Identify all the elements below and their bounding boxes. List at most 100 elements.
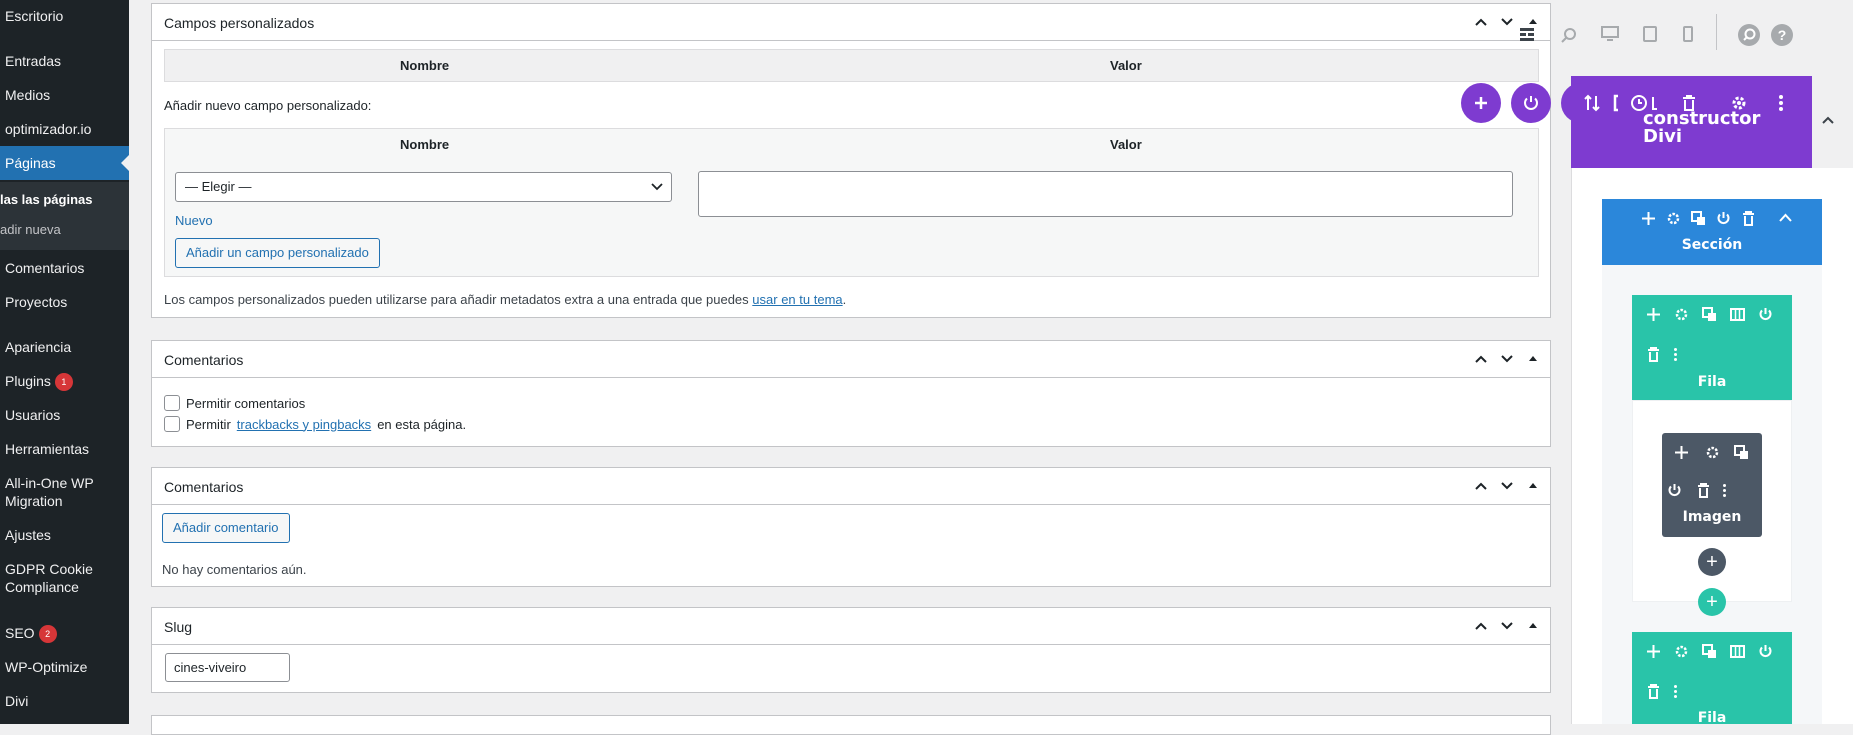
sidebar-item-optimizador[interactable]: optimizador.io xyxy=(0,120,129,138)
sidebar-item-all-in-one-migration[interactable]: All-in-One WP Migration xyxy=(0,474,110,510)
toggle-panel-icon[interactable] xyxy=(1524,477,1542,495)
zoom-icon[interactable] xyxy=(1561,27,1577,43)
tablet-view-icon[interactable] xyxy=(1643,26,1657,42)
move-icon[interactable] xyxy=(1644,642,1662,660)
gear-icon[interactable] xyxy=(1664,209,1682,227)
divi-row[interactable]: Fila xyxy=(1632,632,1792,726)
move-up-icon[interactable] xyxy=(1472,477,1490,495)
sidebar-item-herramientas[interactable]: Herramientas xyxy=(0,440,129,458)
sidebar-item-label: Escritorio xyxy=(5,8,64,24)
slug-input[interactable]: cines-viveiro xyxy=(165,653,290,682)
custom-field-value-textarea[interactable] xyxy=(698,171,1513,217)
use-in-theme-link[interactable]: usar en tu tema xyxy=(752,292,842,307)
column-header-name: Nombre xyxy=(400,137,450,152)
postbox-header: Slug xyxy=(152,608,1550,645)
sidebar-item-label: Usuarios xyxy=(5,407,61,423)
power-icon[interactable] xyxy=(1756,642,1774,660)
help-icon[interactable]: ? xyxy=(1771,24,1793,46)
custom-fields-description: Los campos personalizados pueden utiliza… xyxy=(164,292,846,307)
move-down-icon[interactable] xyxy=(1498,477,1516,495)
sidebar-item-divi[interactable]: Divi xyxy=(0,692,129,710)
move-icon[interactable] xyxy=(1639,209,1657,227)
divi-section[interactable]: Sección xyxy=(1602,199,1822,265)
gear-icon[interactable] xyxy=(1672,305,1690,323)
sidebar-item-escritorio[interactable]: Escritorio xyxy=(0,7,129,25)
wireframe-view-icon[interactable] xyxy=(1519,27,1535,43)
power-icon[interactable] xyxy=(1756,305,1774,323)
add-row-button[interactable]: + xyxy=(1698,588,1726,616)
trash-icon[interactable] xyxy=(1644,345,1662,363)
more-options-icon[interactable] xyxy=(1666,682,1684,700)
sidebar-item-paginas[interactable]: Páginas xyxy=(0,146,129,180)
move-down-icon[interactable] xyxy=(1498,350,1516,368)
duplicate-icon[interactable] xyxy=(1700,642,1718,660)
trackbacks-link[interactable]: trackbacks y pingbacks xyxy=(237,417,371,432)
trash-icon[interactable] xyxy=(1644,682,1662,700)
trash-icon[interactable] xyxy=(1679,93,1699,113)
search-icon[interactable] xyxy=(1738,24,1760,46)
more-options-icon[interactable] xyxy=(1666,345,1684,363)
add-custom-field-label: Añadir nuevo campo personalizado: xyxy=(164,98,372,113)
toggle-panel-icon[interactable] xyxy=(1524,350,1542,368)
sidebar-item-proyectos[interactable]: Proyectos xyxy=(0,293,129,311)
sidebar-item-comentarios[interactable]: Comentarios xyxy=(0,259,129,277)
columns-icon[interactable] xyxy=(1728,305,1746,323)
sidebar-item-entradas[interactable]: Entradas xyxy=(0,52,129,70)
power-icon[interactable] xyxy=(1511,83,1551,123)
history-icon[interactable] xyxy=(1629,93,1649,113)
add-module-button[interactable]: + xyxy=(1698,548,1726,576)
move-up-icon[interactable] xyxy=(1472,350,1490,368)
postbox-header: Comentarios xyxy=(152,341,1550,378)
gear-icon[interactable] xyxy=(1729,93,1749,113)
sidebar-item-apariencia[interactable]: Apariencia xyxy=(0,338,129,356)
duplicate-icon[interactable] xyxy=(1700,305,1718,323)
sidebar-item-label: GDPR Cookie Compliance xyxy=(5,561,93,595)
sidebar-item-wp-optimize[interactable]: WP-Optimize xyxy=(0,658,129,676)
more-options-icon[interactable] xyxy=(1771,93,1791,113)
chevron-up-icon[interactable] xyxy=(1776,209,1794,227)
sidebar-item-seo[interactable]: SEO 2 xyxy=(0,624,129,643)
gear-icon[interactable] xyxy=(1703,443,1721,461)
custom-field-key-select[interactable]: — Elegir — xyxy=(175,172,672,202)
sort-icon[interactable] xyxy=(1582,93,1602,113)
divi-module-image[interactable]: Imagen xyxy=(1662,433,1762,537)
add-button[interactable] xyxy=(1461,83,1501,123)
phone-view-icon[interactable] xyxy=(1683,26,1693,42)
sidebar-item-usuarios[interactable]: Usuarios xyxy=(0,406,129,424)
sidebar-item-medios[interactable]: Medios xyxy=(0,86,129,104)
move-up-icon[interactable] xyxy=(1472,13,1490,31)
move-icon[interactable] xyxy=(1644,305,1662,323)
trash-icon[interactable] xyxy=(1694,481,1712,499)
desktop-view-icon[interactable] xyxy=(1601,26,1619,42)
allow-trackbacks-label: Permitir xyxy=(186,416,231,432)
columns-icon[interactable] xyxy=(1728,642,1746,660)
allow-trackbacks-checkbox[interactable] xyxy=(164,416,180,432)
allow-comments-checkbox[interactable] xyxy=(164,395,180,411)
more-options-icon[interactable] xyxy=(1715,481,1733,499)
postbox-controls xyxy=(1472,350,1542,368)
select-value: — Elegir — xyxy=(185,179,252,194)
sidebar-item-ajustes[interactable]: Ajustes xyxy=(0,526,129,544)
layers-icon[interactable] xyxy=(1611,93,1631,113)
layers-bracket-icon[interactable] xyxy=(1651,93,1659,113)
power-icon[interactable] xyxy=(1665,481,1683,499)
add-comment-button[interactable]: Añadir comentario xyxy=(162,513,290,543)
submenu-item-all-pages[interactable]: las las páginas xyxy=(0,192,129,207)
trash-icon[interactable] xyxy=(1739,209,1757,227)
duplicate-icon[interactable] xyxy=(1732,443,1750,461)
duplicate-icon[interactable] xyxy=(1689,209,1707,227)
new-field-link[interactable]: Nuevo xyxy=(175,213,213,228)
move-down-icon[interactable] xyxy=(1498,617,1516,635)
submenu-item-add-new[interactable]: adir nueva xyxy=(0,222,129,237)
divi-row[interactable]: Fila xyxy=(1632,295,1792,401)
toggle-panel-icon[interactable] xyxy=(1524,617,1542,635)
sidebar-item-plugins[interactable]: Plugins 1 xyxy=(0,372,129,391)
move-down-icon[interactable] xyxy=(1498,13,1516,31)
add-custom-field-button[interactable]: Añadir un campo personalizado xyxy=(175,238,380,268)
collapse-icon[interactable] xyxy=(1821,113,1835,127)
move-up-icon[interactable] xyxy=(1472,617,1490,635)
gear-icon[interactable] xyxy=(1672,642,1690,660)
sidebar-item-gdpr[interactable]: GDPR Cookie Compliance xyxy=(0,560,100,596)
move-icon[interactable] xyxy=(1672,443,1690,461)
power-icon[interactable] xyxy=(1714,209,1732,227)
